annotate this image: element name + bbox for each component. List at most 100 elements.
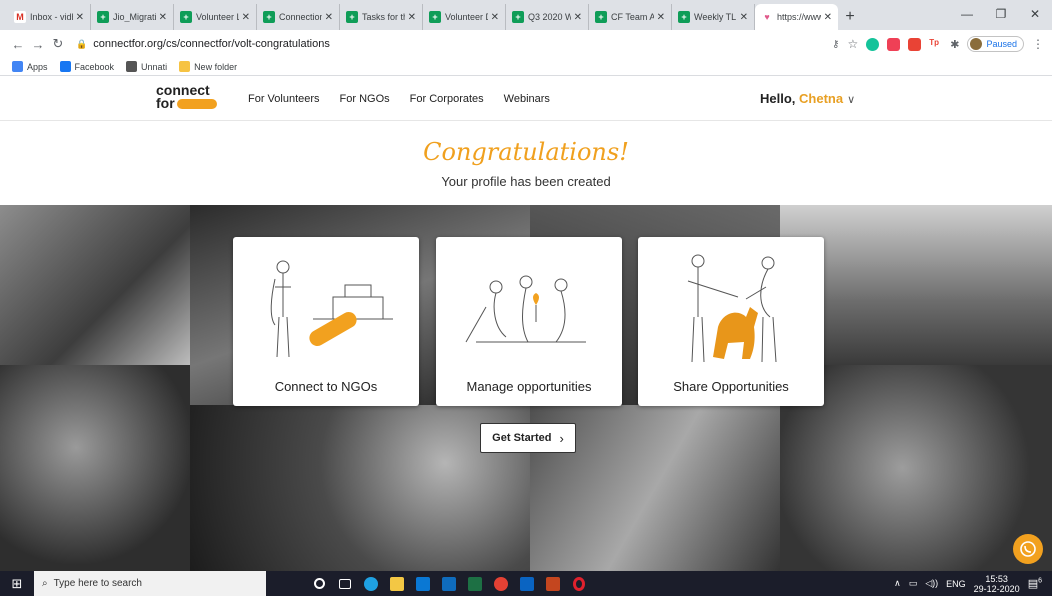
task-view-icon[interactable] <box>332 571 358 596</box>
photo-girl-plant <box>190 405 530 571</box>
excel-icon[interactable] <box>462 571 488 596</box>
card-label: Share Opportunities <box>673 379 789 394</box>
windows-taskbar: ⊞ ⌕ Type here to search ∧ ▭ ◁)) ENG 15:5… <box>0 571 1052 596</box>
chevron-right-icon: › <box>559 430 564 446</box>
extension-icon-tp[interactable]: Tp <box>929 37 943 51</box>
language-indicator[interactable]: ENG <box>946 579 966 589</box>
browser-tab[interactable]: + Jio_Migratio✕ <box>91 4 174 30</box>
card-share-opportunities[interactable]: Share Opportunities <box>638 237 824 406</box>
browser-tab[interactable]: + Volunteer Le✕ <box>174 4 257 30</box>
connectfor-logo[interactable]: connect for <box>156 83 217 110</box>
windows-start-icon[interactable]: ⊞ <box>0 576 34 592</box>
network-icon[interactable]: ▭ <box>909 578 918 589</box>
user-greeting[interactable]: Hello, Chetna ∨ <box>760 91 855 106</box>
planting-people-illustration <box>465 275 586 343</box>
tab-close-icon[interactable]: ✕ <box>740 12 748 23</box>
nav-link[interactable]: For Corporates <box>410 93 484 105</box>
profile-button[interactable]: Paused <box>967 36 1024 52</box>
tab-close-icon[interactable]: ✕ <box>76 12 84 23</box>
tab-close-icon[interactable]: ✕ <box>574 12 582 23</box>
menu-icon[interactable]: ⋮ <box>1032 37 1044 51</box>
chevron-up-icon[interactable]: ∧ <box>894 578 901 589</box>
tab-favicon-icon: + <box>512 11 524 23</box>
browser-tab[interactable]: + Tasks for the✕ <box>340 4 423 30</box>
nav-link[interactable]: For Volunteers <box>248 93 320 105</box>
notification-icon[interactable]: ▤6 <box>1028 577 1042 590</box>
bookmark-item[interactable]: Apps <box>12 61 48 72</box>
people-with-dog-illustration <box>687 254 777 363</box>
browser-tab[interactable]: + Weekly TL M✕ <box>672 4 755 30</box>
bookmark-icon <box>179 61 191 72</box>
system-tray: ∧ ▭ ◁)) ENG 15:53 29-12-2020 ▤6 <box>894 571 1042 596</box>
extension-icon-pdf[interactable] <box>908 37 922 51</box>
window-controls: — ❐ ✕ <box>950 0 1052 28</box>
tab-title: https://www <box>777 12 821 22</box>
chrome-icon[interactable] <box>488 571 514 596</box>
search-icon: ⌕ <box>42 578 48 589</box>
tab-close-icon[interactable]: ✕ <box>491 12 499 23</box>
maximize-icon[interactable]: ❐ <box>984 0 1018 28</box>
tab-title: Weekly TL M <box>694 12 737 22</box>
puzzle-icon[interactable]: ✱ <box>950 38 959 51</box>
nav-link[interactable]: For NGOs <box>340 93 390 105</box>
tab-favicon-icon: + <box>595 11 607 23</box>
cortana-icon[interactable] <box>306 571 332 596</box>
tab-close-icon[interactable]: ✕ <box>159 12 167 23</box>
photo-elderly-woman <box>0 205 190 365</box>
bookmark-icon <box>12 61 23 72</box>
bookmark-item[interactable]: Unnati <box>126 61 167 72</box>
tab-title: Q3 2020 We <box>528 12 571 22</box>
browser-tab[interactable]: + CF Team Att✕ <box>589 4 672 30</box>
tab-favicon-icon: + <box>678 11 690 23</box>
taskbar-clock[interactable]: 15:53 29-12-2020 <box>974 574 1020 594</box>
browser-tab[interactable]: + Connection ✕ <box>257 4 340 30</box>
edge-icon[interactable] <box>358 571 384 596</box>
tab-close-icon[interactable]: ✕ <box>824 12 832 23</box>
outlook-icon[interactable] <box>514 571 540 596</box>
bookmark-item[interactable]: Facebook <box>59 61 114 72</box>
star-icon[interactable]: ☆ <box>847 37 858 51</box>
reload-icon[interactable]: ↻ <box>48 36 68 52</box>
tab-close-icon[interactable]: ✕ <box>657 12 665 23</box>
tab-close-icon[interactable]: ✕ <box>408 12 416 23</box>
url-text: connectfor.org/cs/connectfor/volt-congra… <box>93 38 330 50</box>
extension-icon-pocket[interactable] <box>887 37 901 51</box>
profile-created-text: Your profile has been created <box>441 174 611 189</box>
card-manage-opportunities[interactable]: Manage opportunities <box>436 237 622 406</box>
browser-tab-strip: MInbox - vidh✕+Jio_Migratio✕+Volunteer L… <box>0 0 1052 30</box>
browser-toolbar: ← → ↻ 🔒 connectfor.org/cs/connectfor/vol… <box>0 30 1052 58</box>
tab-title: Jio_Migratio <box>113 12 156 22</box>
tab-close-icon[interactable]: ✕ <box>242 12 250 23</box>
site-header: connect for For Volunteers For NGOs For Co… <box>0 77 1052 121</box>
address-bar[interactable]: 🔒 connectfor.org/cs/connectfor/volt-cong… <box>76 33 824 55</box>
store-icon[interactable] <box>410 571 436 596</box>
tab-title: Connection <box>279 12 322 22</box>
browser-tab[interactable]: + Volunteer D ✕ <box>423 4 506 30</box>
key-icon[interactable]: ⚷ <box>832 39 839 50</box>
taskbar-search[interactable]: ⌕ Type here to search <box>34 571 266 596</box>
minimize-icon[interactable]: — <box>950 0 984 28</box>
get-started-button[interactable]: Get Started › <box>480 423 576 453</box>
volume-icon[interactable]: ◁)) <box>925 578 938 589</box>
tab-favicon-icon: + <box>429 11 441 23</box>
nav-link[interactable]: Webinars <box>504 93 550 105</box>
card-connect-to-ngos[interactable]: Connect to NGOs <box>233 237 419 406</box>
new-tab-button[interactable]: + <box>838 4 862 30</box>
whatsapp-icon[interactable] <box>1013 534 1043 564</box>
browser-tab[interactable]: M Inbox - vidh ✕ <box>8 4 91 30</box>
tab-close-icon[interactable]: ✕ <box>325 12 333 23</box>
browser-tab[interactable]: + Q3 2020 We✕ <box>506 4 589 30</box>
browser-tab[interactable]: ♥ https://www ✕ <box>755 4 838 30</box>
lock-icon: 🔒 <box>76 38 88 49</box>
tab-favicon-icon: ♥ <box>764 12 770 22</box>
mail-icon[interactable] <box>436 571 462 596</box>
forward-icon[interactable]: → <box>28 37 48 52</box>
close-window-icon[interactable]: ✕ <box>1018 0 1052 28</box>
bookmark-item[interactable]: New folder <box>179 61 237 72</box>
extension-icon-grammarly[interactable] <box>866 37 880 51</box>
powerpoint-icon[interactable] <box>540 571 566 596</box>
tab-title: CF Team Att <box>611 12 654 22</box>
file-explorer-icon[interactable] <box>384 571 410 596</box>
opera-icon[interactable] <box>566 571 592 596</box>
back-icon[interactable]: ← <box>8 37 28 52</box>
